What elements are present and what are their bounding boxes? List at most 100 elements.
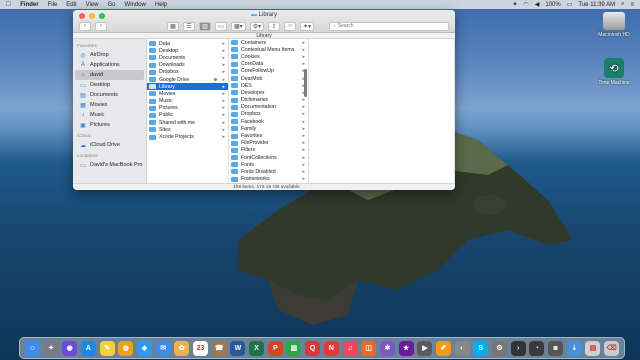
folder-row[interactable]: Dropbox ▸ xyxy=(147,69,228,76)
safari-icon[interactable]: ◈ xyxy=(136,340,152,356)
folder-row[interactable]: CoreData ▸ xyxy=(229,61,308,68)
screenflow-icon[interactable]: ▶ xyxy=(417,340,433,356)
menu-go[interactable]: Go xyxy=(108,2,116,8)
folder-row[interactable]: Music ▸ xyxy=(147,98,228,105)
forward-button[interactable]: › xyxy=(95,21,107,31)
dropbox-button[interactable]: ✦▾ xyxy=(300,21,315,31)
sidebar-item[interactable]: ▭ Desktop xyxy=(75,80,144,90)
screenshot-icon[interactable]: ◙ xyxy=(548,340,564,356)
folder-row[interactable]: Movies ▸ xyxy=(147,90,228,97)
volume-icon[interactable]: ◀ xyxy=(535,1,540,8)
notes-icon[interactable]: ✎ xyxy=(99,340,115,356)
search-icon[interactable]: ⌕ xyxy=(621,1,624,8)
siri-icon[interactable]: ◉ xyxy=(62,340,78,356)
dropbox-icon[interactable]: ✦ xyxy=(512,1,517,8)
folder-row[interactable]: Dictionaries ▸ xyxy=(229,97,308,104)
folder-row[interactable]: CoreFollowUp ▸ xyxy=(229,68,308,75)
folder-row[interactable]: Favorites ▸ xyxy=(229,132,308,139)
numbers-icon[interactable]: ▥ xyxy=(286,340,302,356)
folder-row[interactable]: Shared with me ▸ xyxy=(147,119,228,126)
title-bar[interactable]: ▬ Library ‹ › ▦ ☰ ▥ ▭ ▦▾ ⚙▾ ⇪ ○ ✦▾ ⌕ xyxy=(73,10,455,33)
chrome-icon[interactable]: ◍ xyxy=(118,340,134,356)
folder-row[interactable]: Family ▸ xyxy=(229,125,308,132)
group-button[interactable]: ▦▾ xyxy=(231,21,246,31)
powerpoint-icon[interactable]: P xyxy=(267,340,283,356)
menu-help[interactable]: Help xyxy=(155,2,167,8)
folder-row[interactable]: Containers ▸ xyxy=(229,39,308,46)
back-button[interactable]: ‹ xyxy=(79,21,91,31)
quicktime-icon[interactable]: Q xyxy=(305,340,321,356)
documents-stack-icon[interactable]: ▤ xyxy=(585,340,601,356)
menu-view[interactable]: View xyxy=(86,2,99,8)
folder-row[interactable]: Fonts ▸ xyxy=(229,161,308,168)
search-input[interactable] xyxy=(337,23,438,29)
mail-icon[interactable]: ✉ xyxy=(155,340,171,356)
folder-row[interactable]: Library ▸ xyxy=(147,83,228,91)
sidebar-item[interactable]: ▣ Pictures xyxy=(75,120,144,130)
keynote-icon[interactable]: ◫ xyxy=(361,340,377,356)
column-view-button[interactable]: ▥ xyxy=(199,21,211,31)
folder-row[interactable]: Desktop ▸ xyxy=(147,47,228,54)
folder-row[interactable]: Data ▸ xyxy=(147,40,228,47)
messages-icon[interactable]: ✱ xyxy=(379,340,395,356)
launchpad-icon[interactable]: ✦ xyxy=(43,340,59,356)
preview-icon[interactable]: ◐ xyxy=(454,340,470,356)
skype-icon[interactable]: S xyxy=(473,340,489,356)
contacts-icon[interactable]: ☎ xyxy=(211,340,227,356)
excel-icon[interactable]: X xyxy=(249,340,265,356)
imovie-icon[interactable]: ★ xyxy=(398,340,414,356)
folder-row[interactable]: Xcode Projects ▸ xyxy=(147,133,228,140)
search-field[interactable]: ⌕ xyxy=(329,21,449,31)
gallery-view-button[interactable]: ▭ xyxy=(215,21,227,31)
sidebar-item[interactable]: ◎ AirDrop xyxy=(75,50,144,60)
sidebar-item[interactable]: ⌂ david xyxy=(75,70,144,80)
news-icon[interactable]: N xyxy=(323,340,339,356)
menu-edit[interactable]: Edit xyxy=(66,2,76,8)
app-store-icon[interactable]: A xyxy=(80,340,96,356)
tags-button[interactable]: ○ xyxy=(284,21,297,31)
activity-monitor-icon[interactable]: ◔ xyxy=(529,340,545,356)
downloads-icon[interactable]: ⇣ xyxy=(566,340,582,356)
folder-row[interactable]: Public ▸ xyxy=(147,112,228,119)
pages-icon[interactable]: ✐ xyxy=(435,340,451,356)
control-menu-icon[interactable]: ≡ xyxy=(630,2,634,8)
folder-row[interactable]: Fonts Disabled ▸ xyxy=(229,168,308,175)
folder-row[interactable]: Contextual Menu Items ▸ xyxy=(229,46,308,53)
sidebar-item[interactable]: ☁ iCloud Drive xyxy=(75,140,144,150)
folder-row[interactable]: Frameworks ▸ xyxy=(229,176,308,183)
terminal-icon[interactable]: › xyxy=(510,340,526,356)
folder-row[interactable]: Cookies ▸ xyxy=(229,53,308,60)
menu-finder[interactable]: Finder xyxy=(20,2,38,8)
folder-row[interactable]: Pictures ▸ xyxy=(147,105,228,112)
sidebar-item[interactable]: ▤ Documents xyxy=(75,90,144,100)
folder-row[interactable]: Filters ▸ xyxy=(229,147,308,154)
system-preferences-icon[interactable]: ⚙ xyxy=(492,340,508,356)
action-gear-button[interactable]: ⚙▾ xyxy=(249,21,265,31)
sidebar-item[interactable]: ▭ David's MacBook Pro xyxy=(75,160,144,170)
folder-row[interactable]: FileProvider ▸ xyxy=(229,140,308,147)
icon-view-button[interactable]: ▦ xyxy=(167,21,179,31)
photos-icon[interactable]: ✿ xyxy=(174,340,190,356)
trash-icon[interactable]: ⌫ xyxy=(604,340,620,356)
folder-row[interactable]: Google Drive ▸ xyxy=(147,76,228,83)
folder-row[interactable]: FontCollections ▸ xyxy=(229,154,308,161)
wifi-icon[interactable]: ◠ xyxy=(524,1,529,8)
folder-row[interactable]: Sites ▸ xyxy=(147,126,228,133)
clock[interactable]: Tue 11:39 AM xyxy=(578,2,615,8)
list-view-button[interactable]: ☰ xyxy=(183,21,195,31)
music-icon[interactable]: ♫ xyxy=(342,340,358,356)
folder-row[interactable]: Facebook ▸ xyxy=(229,118,308,125)
folder-row[interactable]: Dropbox ▸ xyxy=(229,111,308,118)
folder-row[interactable]: Developer ▸ xyxy=(229,89,308,96)
share-button[interactable]: ⇪ xyxy=(268,21,281,31)
apple-menu-icon[interactable]:  xyxy=(6,1,11,8)
calendar-icon[interactable]: 23 xyxy=(193,340,209,356)
folder-row[interactable]: Documents ▸ xyxy=(147,54,228,61)
sidebar-item[interactable]: ▦ Movies xyxy=(75,100,144,110)
sidebar-item[interactable]: A Applications xyxy=(75,60,144,70)
desktop-time-machine[interactable]: ⟲ Time Machine xyxy=(594,58,634,86)
battery-icon[interactable]: ▭ xyxy=(567,1,573,8)
desktop-disk[interactable]: Macintosh HD xyxy=(594,12,634,38)
folder-row[interactable]: DearMob ▸ xyxy=(229,75,308,82)
menu-window[interactable]: Window xyxy=(125,2,146,8)
